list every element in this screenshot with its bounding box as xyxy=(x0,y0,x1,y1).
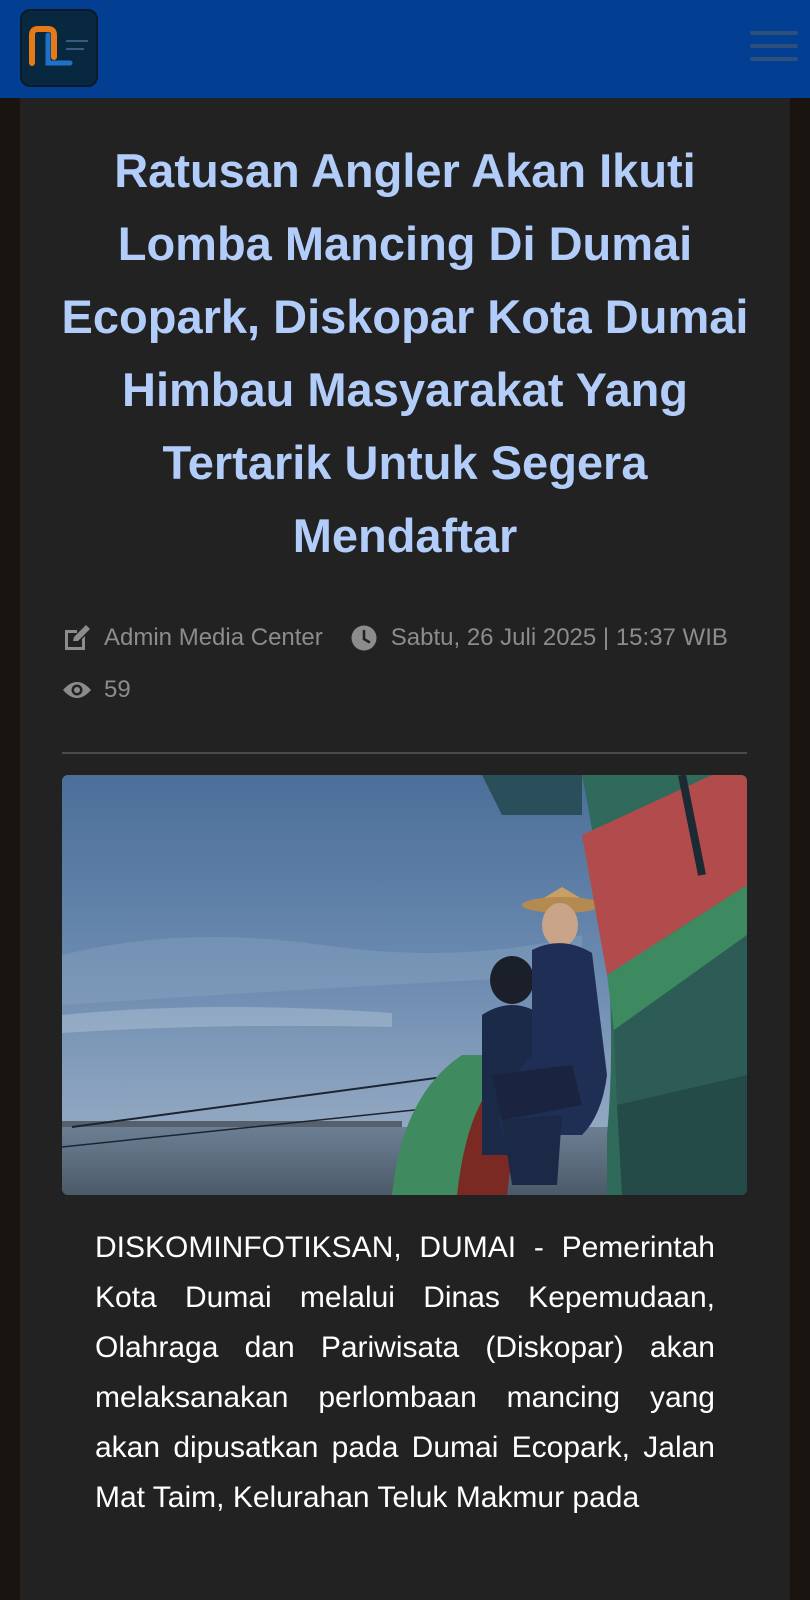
clock-icon xyxy=(351,625,377,651)
article-container: Ratusan Angler Akan Ikuti Lomba Mancing … xyxy=(20,98,790,1600)
hamburger-menu-icon-bar xyxy=(750,57,798,61)
author-name: Admin Media Center xyxy=(104,624,323,651)
article-body: DISKOMINFOTIKSAN, DUMAI - Pemerintah Kot… xyxy=(95,1231,715,1514)
edit-icon xyxy=(65,625,90,650)
eye-icon xyxy=(63,682,91,698)
top-navbar xyxy=(0,0,810,98)
views-meta: 59 xyxy=(62,675,131,705)
hamburger-menu-button[interactable] xyxy=(750,28,798,66)
author-meta[interactable]: Admin Media Center xyxy=(62,624,323,652)
date-meta: Sabtu, 26 Juli 2025 | 15:37 WIB xyxy=(351,624,728,652)
hamburger-menu-icon-bar xyxy=(750,44,798,48)
meta-divider xyxy=(62,752,747,754)
hamburger-menu-icon xyxy=(750,31,798,35)
logo-icon xyxy=(29,26,88,66)
publish-date: Sabtu, 26 Juli 2025 | 15:37 WIB xyxy=(390,624,728,651)
article-photo[interactable] xyxy=(62,775,747,1195)
view-count: 59 xyxy=(104,676,131,703)
site-logo[interactable] xyxy=(20,9,98,87)
article-meta: Admin Media Center Sabtu, 26 Juli 2025 |… xyxy=(62,623,728,653)
article-title: Ratusan Angler Akan Ikuti Lomba Mancing … xyxy=(61,144,749,562)
